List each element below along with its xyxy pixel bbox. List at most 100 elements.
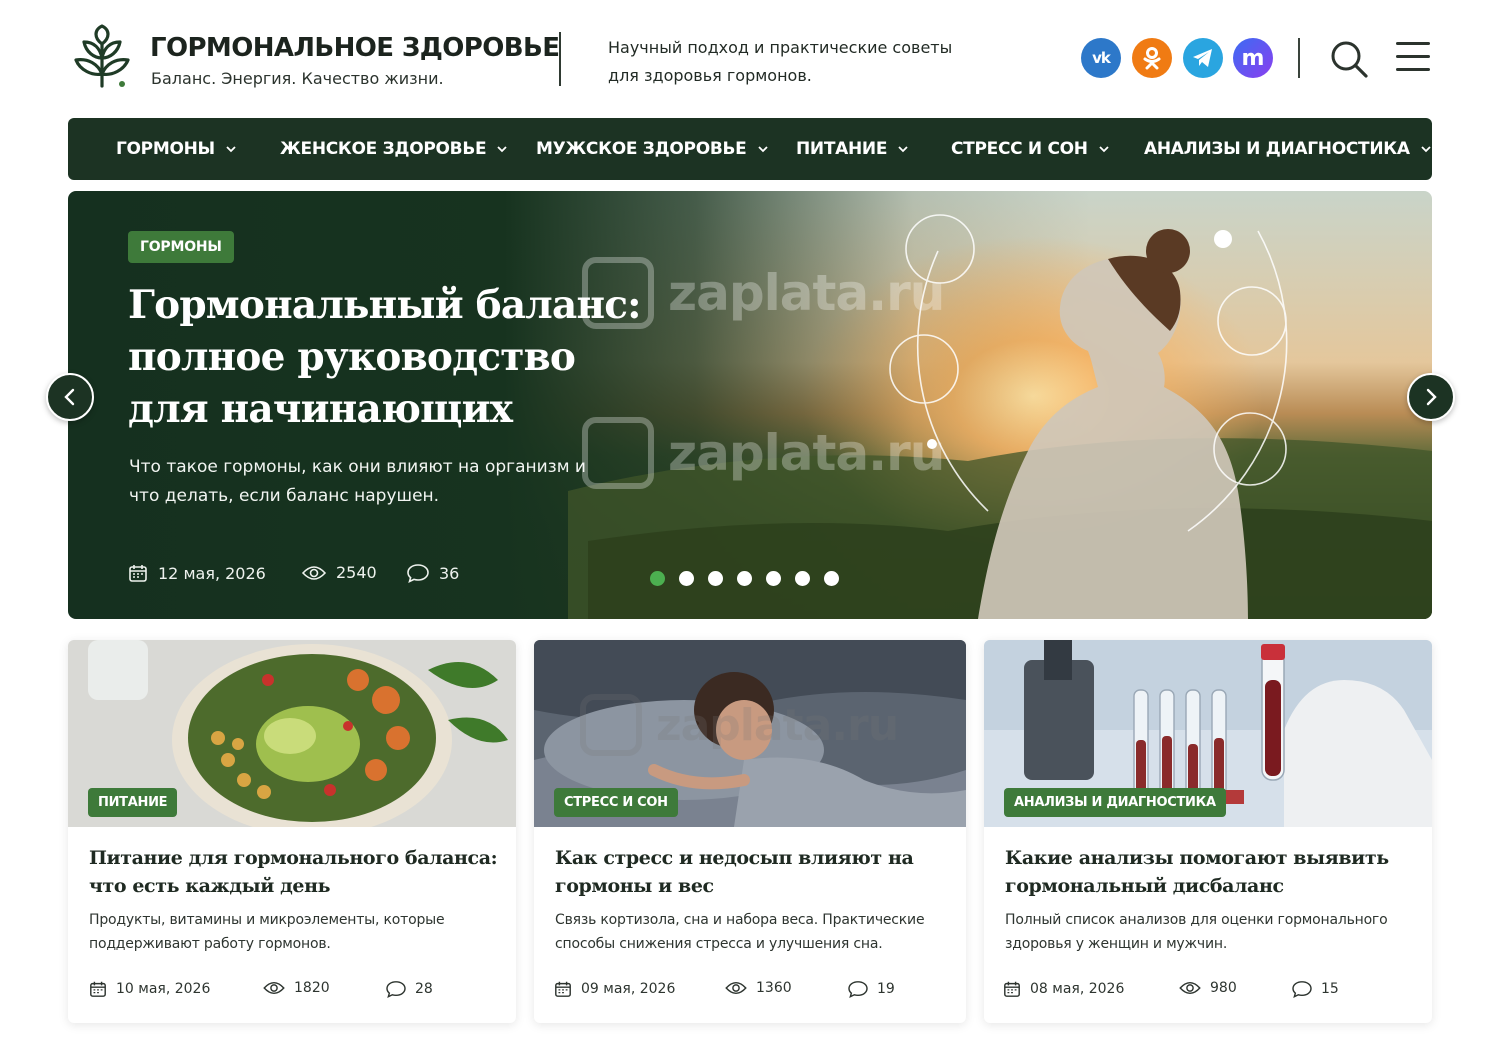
card-views-text: 1820 bbox=[294, 980, 330, 996]
calendar-icon bbox=[555, 981, 571, 997]
chevron-down-icon bbox=[497, 146, 507, 153]
slider-dot-7[interactable] bbox=[824, 571, 839, 586]
nav-item-label: МУЖСКОЕ ЗДОРОВЬЕ bbox=[536, 139, 747, 159]
hero-views-text: 2540 bbox=[336, 563, 377, 582]
hamburger-menu-icon[interactable] bbox=[1396, 42, 1432, 74]
nav-item-stress-sleep[interactable]: СТРЕСС И СОН bbox=[951, 118, 1109, 180]
header-divider bbox=[559, 32, 561, 86]
card-views: 1820 bbox=[263, 980, 330, 996]
card-comments: 19 bbox=[848, 980, 895, 998]
vk-icon[interactable]: vk bbox=[1081, 38, 1121, 78]
slider-dot-4[interactable] bbox=[737, 571, 752, 586]
nav-item-label: ПИТАНИЕ bbox=[796, 139, 888, 159]
hero-views: 2540 bbox=[302, 563, 377, 582]
main-nav: ГОРМОНЫ ЖЕНСКОЕ ЗДОРОВЬЕ МУЖСКОЕ ЗДОРОВЬ… bbox=[68, 118, 1432, 180]
card-views: 1360 bbox=[725, 980, 792, 996]
slider-next-button[interactable] bbox=[1407, 373, 1455, 421]
chevron-down-icon bbox=[1099, 146, 1109, 153]
chevron-down-icon bbox=[1421, 146, 1431, 153]
slider-dot-2[interactable] bbox=[679, 571, 694, 586]
odnoklassniki-glyph bbox=[1143, 47, 1161, 70]
card-category-tag[interactable]: СТРЕСС И СОН bbox=[554, 788, 678, 817]
card-date: 08 мая, 2026 bbox=[1003, 980, 1124, 998]
card-title[interactable]: Какие анализы помогают выявить гормональ… bbox=[1005, 844, 1425, 900]
calendar-icon bbox=[90, 981, 106, 997]
hero-comments-text: 36 bbox=[439, 563, 460, 583]
card-comments: 15 bbox=[1292, 980, 1339, 998]
header-description: Научный подход и практические советы для… bbox=[608, 38, 953, 85]
eye-icon bbox=[263, 981, 285, 995]
article-card[interactable]: ПИТАНИЕ Питание для гормонального баланс… bbox=[68, 640, 516, 1023]
slider-prev-button[interactable] bbox=[46, 373, 94, 421]
nav-item-label: ГОРМОНЫ bbox=[116, 139, 215, 159]
card-date-text: 09 мая, 2026 bbox=[581, 981, 676, 997]
nav-item-mens-health[interactable]: МУЖСКОЕ ЗДОРОВЬЕ bbox=[536, 118, 768, 180]
comment-icon bbox=[1292, 981, 1312, 998]
site-title[interactable]: ГОРМОНАЛЬНОЕ ЗДОРОВЬЕ bbox=[150, 33, 560, 63]
telegram-icon[interactable] bbox=[1183, 38, 1223, 78]
hero-comments: 36 bbox=[407, 563, 459, 583]
nav-item-womens-health[interactable]: ЖЕНСКОЕ ЗДОРОВЬЕ bbox=[280, 118, 507, 180]
hero-title[interactable]: Гормональный баланс: полное руководство … bbox=[128, 279, 648, 435]
card-title[interactable]: Как стресс и недосып влияют на гормоны и… bbox=[555, 844, 955, 900]
article-card[interactable]: СТРЕСС И СОН Как стресс и недосып влияют… bbox=[534, 640, 966, 1023]
card-date-text: 08 мая, 2026 bbox=[1030, 981, 1125, 997]
card-category-tag[interactable]: АНАЛИЗЫ И ДИАГНОСТИКА bbox=[1004, 788, 1226, 817]
card-date: 10 мая, 2026 bbox=[89, 980, 210, 998]
slider-dot-5[interactable] bbox=[766, 571, 781, 586]
card-views: 980 bbox=[1179, 980, 1237, 996]
slider-dot-1[interactable] bbox=[650, 571, 665, 586]
header-divider bbox=[1298, 38, 1300, 78]
hero-date: 12 мая, 2026 bbox=[128, 563, 266, 583]
slider-dot-6[interactable] bbox=[795, 571, 810, 586]
slider-dot-3[interactable] bbox=[708, 571, 723, 586]
hero-category-tag[interactable]: ГОРМОНЫ bbox=[128, 231, 234, 263]
card-category-tag[interactable]: ПИТАНИЕ bbox=[88, 788, 178, 817]
hero-date-text: 12 мая, 2026 bbox=[158, 563, 266, 583]
nav-item-label: АНАЛИЗЫ И ДИАГНОСТИКА bbox=[1144, 139, 1410, 159]
slider-dots bbox=[650, 571, 839, 586]
calendar-icon bbox=[1004, 981, 1020, 997]
chevron-down-icon bbox=[898, 146, 908, 153]
search-icon[interactable] bbox=[1328, 38, 1370, 80]
card-comments-text: 19 bbox=[877, 981, 895, 997]
card-comments: 28 bbox=[386, 980, 433, 998]
comment-icon bbox=[407, 564, 429, 583]
card-description: Продукты, витамины и микроэлементы, кото… bbox=[89, 912, 445, 952]
max-glyph: m bbox=[1241, 45, 1265, 71]
card-views-text: 1360 bbox=[756, 980, 792, 996]
nav-item-label: СТРЕСС И СОН bbox=[951, 139, 1088, 159]
card-comments-text: 15 bbox=[1321, 981, 1339, 997]
comment-icon bbox=[386, 981, 406, 998]
eye-icon bbox=[302, 565, 326, 580]
telegram-glyph bbox=[1193, 49, 1212, 67]
vk-glyph: vk bbox=[1092, 49, 1111, 67]
chevron-left-icon bbox=[64, 388, 75, 406]
card-title[interactable]: Питание для гормонального баланса: что е… bbox=[89, 844, 509, 900]
nav-item-hormones[interactable]: ГОРМОНЫ bbox=[116, 118, 236, 180]
nav-item-label: ЖЕНСКОЕ ЗДОРОВЬЕ bbox=[280, 139, 487, 159]
eye-icon bbox=[1179, 981, 1201, 995]
card-date: 09 мая, 2026 bbox=[554, 980, 675, 998]
hero-subtitle: Что такое гормоны, как они влияют на орг… bbox=[129, 457, 586, 506]
eye-icon bbox=[725, 981, 747, 995]
card-date-text: 10 мая, 2026 bbox=[116, 981, 211, 997]
chevron-down-icon bbox=[757, 146, 768, 153]
comment-icon bbox=[848, 981, 868, 998]
chevron-right-icon bbox=[1426, 388, 1437, 406]
hero-slider[interactable]: ГОРМОНЫ Гормональный баланс: полное руко… bbox=[68, 191, 1432, 619]
calendar-icon bbox=[129, 565, 147, 582]
site-header: ГОРМОНАЛЬНОЕ ЗДОРОВЬЕ Баланс. Энергия. К… bbox=[0, 0, 1502, 118]
card-comments-text: 28 bbox=[415, 981, 433, 997]
chevron-down-icon bbox=[226, 146, 236, 153]
card-description: Связь кортизола, сна и набора веса. Прак… bbox=[555, 912, 925, 952]
nav-item-tests-diagnostics[interactable]: АНАЛИЗЫ И ДИАГНОСТИКА bbox=[1144, 118, 1431, 180]
article-card[interactable]: АНАЛИЗЫ И ДИАГНОСТИКА Какие анализы помо… bbox=[984, 640, 1432, 1023]
leaf-logo-icon[interactable] bbox=[72, 24, 132, 90]
site-tagline: Баланс. Энергия. Качество жизни. bbox=[151, 69, 444, 88]
card-views-text: 980 bbox=[1210, 980, 1237, 996]
nav-item-nutrition[interactable]: ПИТАНИЕ bbox=[796, 118, 908, 180]
card-description: Полный список анализов для оценки гормон… bbox=[1005, 912, 1388, 952]
odnoklassniki-icon[interactable] bbox=[1132, 38, 1172, 78]
max-messenger-icon[interactable]: m bbox=[1233, 38, 1273, 78]
